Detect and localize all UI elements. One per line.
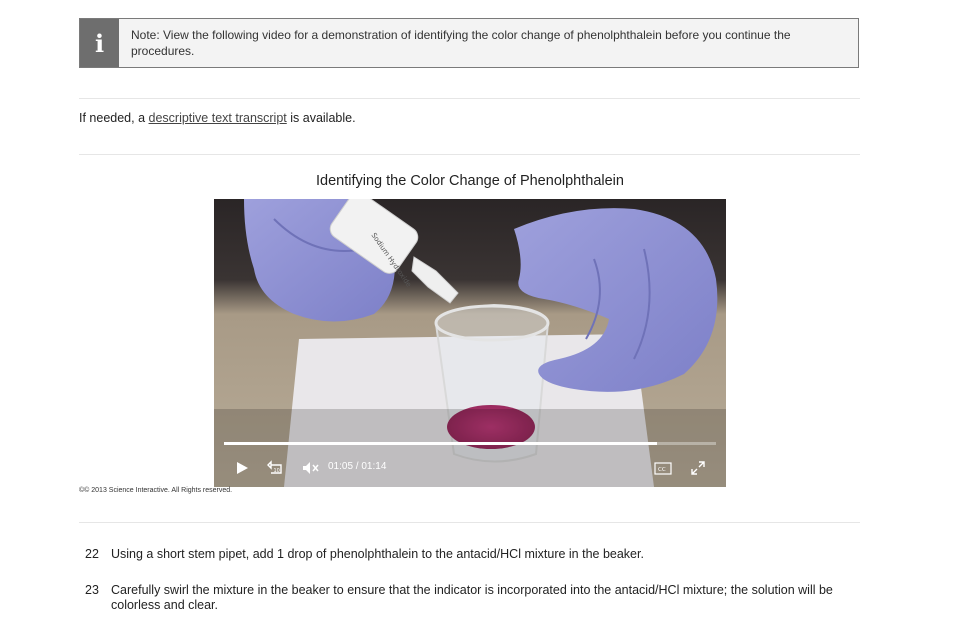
transcript-line: If needed, a descriptive text transcript…	[79, 111, 356, 125]
play-icon[interactable]	[234, 460, 250, 476]
closed-captions-icon[interactable]: CC	[654, 461, 672, 475]
video-time: 01:05 / 01:14	[328, 461, 387, 472]
video-player[interactable]: Sodium Hydroxide 10 01:05 / 01:14 CC	[214, 199, 726, 487]
progress-bar[interactable]	[224, 442, 716, 445]
transcript-suffix: is available.	[286, 111, 356, 125]
note-callout: i Note: View the following video for a d…	[79, 18, 859, 68]
step-text: Carefully swirl the mixture in the beake…	[111, 583, 833, 612]
progress-fill	[224, 442, 657, 445]
transcript-prefix: If needed, a	[79, 111, 149, 125]
step-number: 22	[85, 547, 99, 561]
fullscreen-icon[interactable]	[690, 460, 706, 476]
divider	[79, 522, 860, 523]
divider	[79, 98, 860, 99]
copyright: ©© 2013 Science Interactive. All Rights …	[79, 487, 233, 494]
rewind-label: 10	[274, 468, 280, 474]
captions-label: CC	[658, 467, 666, 473]
step-number: 23	[85, 583, 99, 597]
muted-speaker-icon[interactable]	[302, 460, 320, 476]
note-text: Note: View the following video for a dem…	[131, 28, 791, 58]
video-controls: 10 01:05 / 01:14 CC	[214, 455, 726, 481]
info-icon: i	[80, 19, 119, 67]
step-text: Using a short stem pipet, add 1 drop of …	[111, 547, 644, 561]
divider	[79, 154, 860, 155]
rewind-10-icon[interactable]: 10	[267, 459, 285, 477]
transcript-link[interactable]: descriptive text transcript	[149, 111, 287, 125]
video-title: Identifying the Color Change of Phenolph…	[316, 173, 624, 189]
